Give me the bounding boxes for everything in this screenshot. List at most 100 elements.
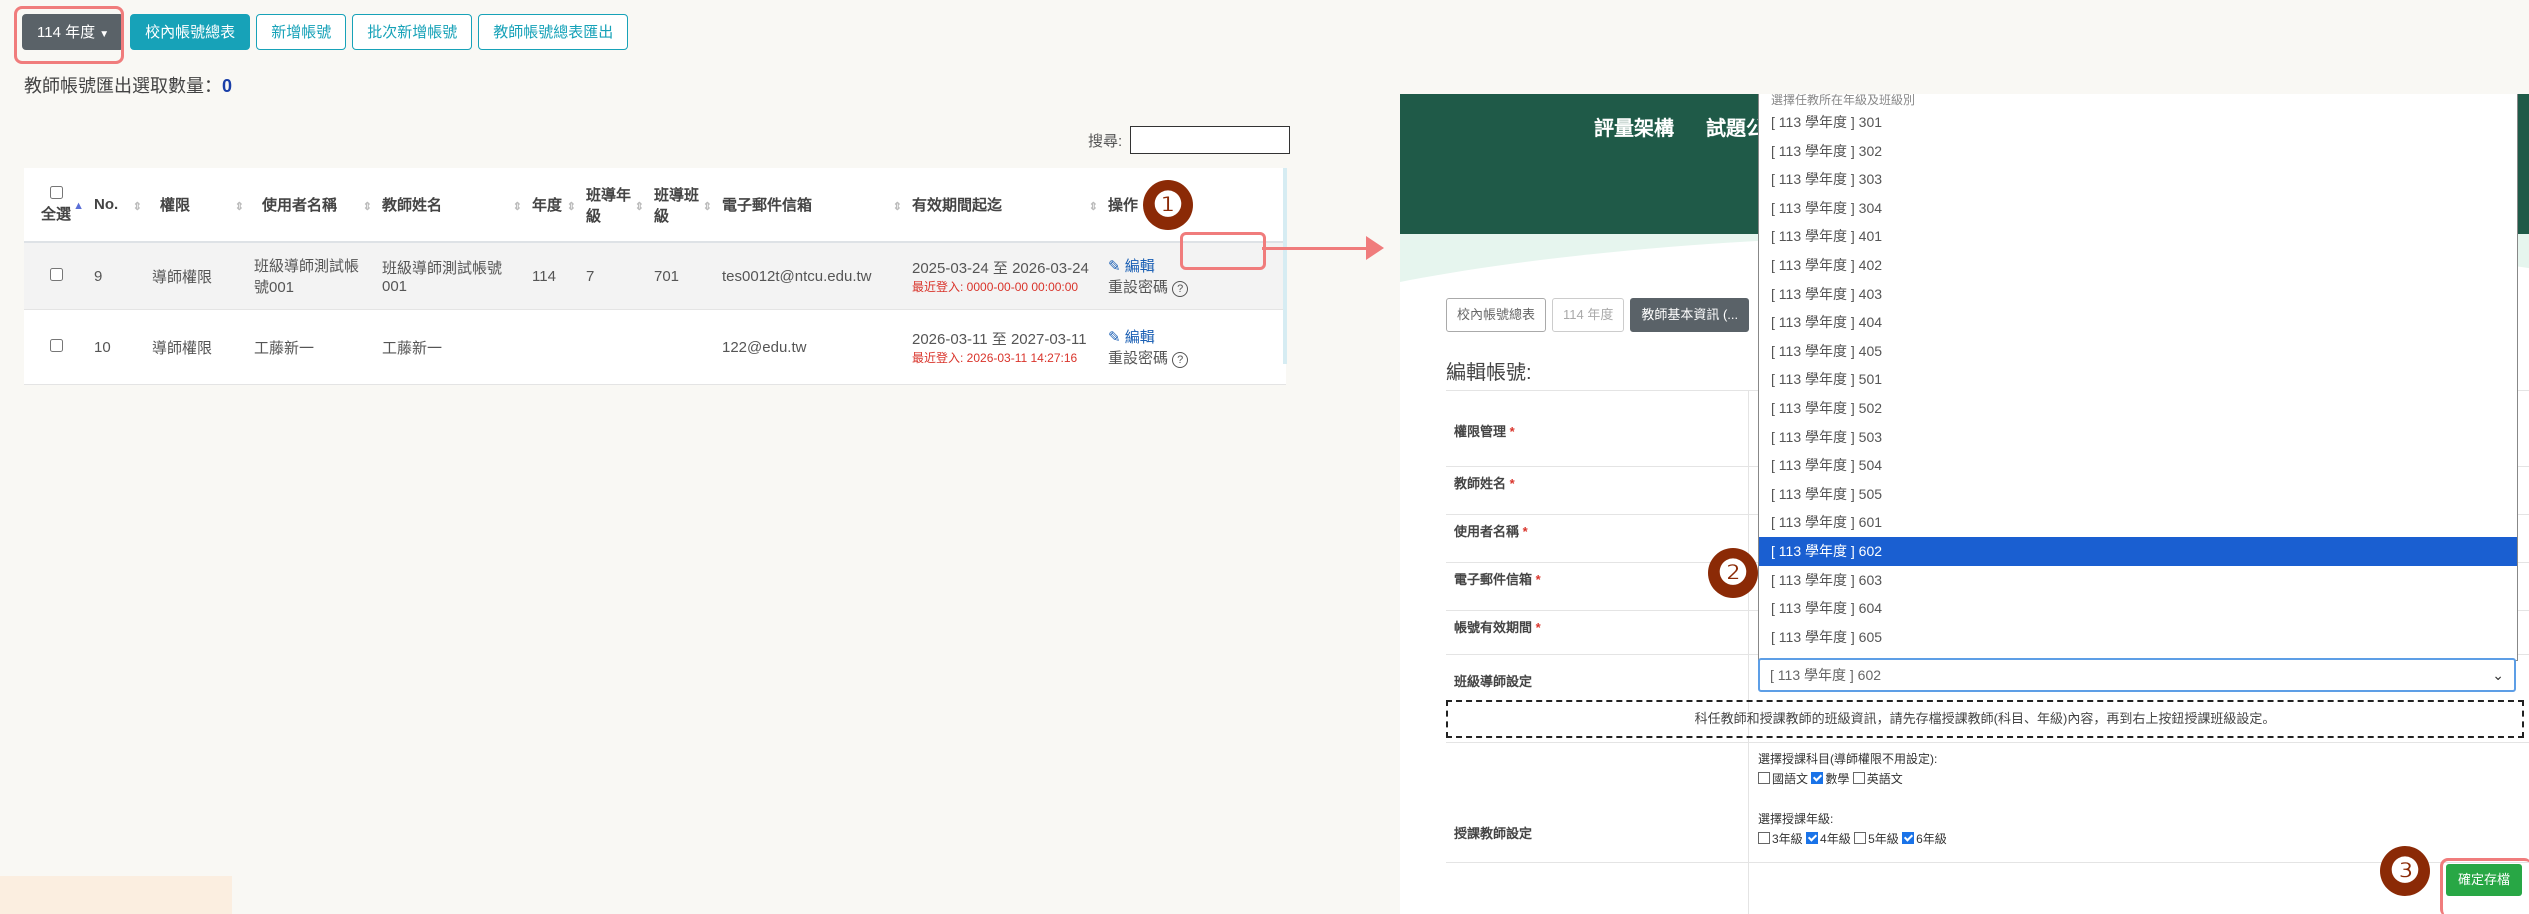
year-dropdown-highlight (14, 6, 124, 64)
dropdown-option[interactable]: [ 113 學年度 ] 301 (1759, 108, 2517, 137)
header-homeroom-class[interactable]: 班導班級 ⇕ (648, 168, 716, 243)
cell-homeroom-grade (580, 309, 648, 385)
step-2-marker: ❷ (1708, 548, 1758, 598)
table-row: 10 導師權限 工藤新一 工藤新一 122@edu.tw 2026-03-11 … (24, 309, 1286, 385)
dropdown-option[interactable]: [ 113 學年度 ] 503 (1759, 423, 2517, 452)
help-icon: ? (1172, 352, 1189, 368)
scroll-strip (1283, 168, 1287, 364)
reset-password-link[interactable]: 重設密碼 ? (1108, 347, 1280, 368)
grade-4[interactable]: 4年級 (1806, 832, 1851, 846)
dropdown-option[interactable]: [ 113 學年度 ] 402 (1759, 251, 2517, 280)
cell-homeroom-class (648, 309, 716, 385)
export-count-value: 0 (222, 76, 233, 96)
subject-chinese[interactable]: 國語文 (1758, 772, 1808, 786)
edit-icon: ✎ (1108, 329, 1121, 346)
year-button[interactable]: 114 年度 (1552, 298, 1625, 332)
decorative-corner (0, 876, 232, 914)
dropdown-option[interactable]: [ 113 學年度 ] 403 (1759, 280, 2517, 309)
header-email[interactable]: 電子郵件信箱 ⇕ (716, 168, 906, 243)
header-homeroom-grade[interactable]: 班導年級 ⇕ (580, 168, 648, 243)
search-input[interactable] (1130, 126, 1291, 154)
dropdown-option[interactable]: [ 113 學年度 ] 501 (1759, 365, 2517, 394)
export-teacher-accounts-button[interactable]: 教師帳號總表匯出 (478, 14, 629, 50)
sort-icon: ⇕ (1088, 201, 1098, 213)
last-login: 最近登入: 0000-00-00 00:00:00 (912, 280, 1079, 294)
checkbox-icon (1854, 832, 1867, 844)
dropdown-option[interactable]: [ 113 學年度 ] 502 (1759, 394, 2517, 423)
cell-homeroom-class: 701 (648, 242, 716, 310)
checkbox-checked-icon (1811, 772, 1824, 784)
sort-icon: ⇕ (132, 201, 142, 213)
edit-toolbar: 校內帳號總表 114 年度 教師基本資訊 (... (1446, 298, 1750, 332)
dropdown-option[interactable]: [ 113 學年度 ] 601 (1759, 508, 2517, 537)
select-all-header[interactable]: 全選 ▲ (24, 168, 88, 243)
row-checkbox[interactable] (49, 338, 63, 352)
header-no[interactable]: No. ⇕ (88, 168, 146, 243)
dropdown-option[interactable]: [ 113 學年度 ] 303 (1759, 165, 2517, 194)
save-button-highlight (2440, 858, 2529, 914)
dropdown-option[interactable]: [ 113 學年度 ] 604 (1759, 594, 2517, 623)
cell-role: 導師權限 (146, 242, 248, 310)
batch-add-account-button[interactable]: 批次新增帳號 (352, 14, 473, 50)
help-icon: ? (1172, 281, 1189, 297)
dropdown-option[interactable]: [ 113 學年度 ] 401 (1759, 222, 2517, 251)
dropdown-option[interactable]: [ 113 學年度 ] 504 (1759, 451, 2517, 480)
dropdown-option-selected[interactable]: [ 113 學年度 ] 602 (1759, 536, 2517, 566)
cell-username: 工藤新一 (248, 309, 376, 385)
dropdown-option[interactable]: [ 113 學年度 ] 505 (1759, 480, 2517, 509)
grade-prompt: 選擇授課年級: (1758, 812, 1834, 826)
add-account-button[interactable]: 新增帳號 (256, 14, 347, 50)
account-list-panel: 114 年度 ▼ 校內帳號總表 新增帳號 批次新增帳號 教師帳號總表匯出 教師帳… (0, 0, 1300, 914)
sort-icon: ⇕ (234, 201, 244, 213)
checkbox-checked-icon (1902, 832, 1915, 844)
grade-6[interactable]: 6年級 (1902, 832, 1947, 846)
header-teacher-name[interactable]: 教師姓名 ⇕ (376, 168, 526, 243)
page-title: 編輯帳號: (1446, 362, 1532, 384)
edit-link-highlight (1180, 232, 1266, 270)
dropdown-option[interactable]: [ 113 學年度 ] 302 (1759, 137, 2517, 166)
homeroom-class-dropdown-list: 選擇任教所在年級及班級別 [ 113 學年度 ] 301 [ 113 學年度 ]… (1758, 94, 2518, 661)
header-period[interactable]: 有效期間起迄 ⇕ (906, 168, 1102, 243)
cell-year (526, 309, 580, 385)
nav-assessment-framework[interactable]: 評量架構 (1594, 112, 1674, 141)
school-account-list-button[interactable]: 校內帳號總表 (1446, 298, 1547, 332)
school-account-list-button[interactable]: 校內帳號總表 (130, 14, 251, 50)
header-role[interactable]: 權限 ⇕ (146, 168, 248, 243)
grade-3[interactable]: 3年級 (1758, 832, 1803, 846)
select-all-checkbox[interactable] (49, 185, 63, 199)
table-row: 9 導師權限 班級導師測試帳號001 班級導師測試帳號001 114 7 701… (24, 242, 1286, 310)
cell-year: 114 (526, 242, 580, 310)
period-range: 2025-03-24 至 2026-03-24 (912, 260, 1089, 277)
cell-no: 10 (88, 309, 146, 385)
header-actions: 操作 (1102, 168, 1286, 243)
checkbox-icon (1758, 832, 1770, 844)
teacher-info-button[interactable]: 教師基本資訊 (... (1630, 298, 1750, 332)
homeroom-class-select[interactable]: [ 113 學年度 ] 602 ⌄ (1758, 658, 2516, 692)
sort-asc-icon: ▲ (73, 200, 84, 212)
grade-5[interactable]: 5年級 (1854, 832, 1899, 846)
reset-password-link[interactable]: 重設密碼 ? (1108, 276, 1280, 297)
cell-email: tes0012t@ntcu.edu.tw (716, 242, 906, 310)
header-year[interactable]: 年度 ⇕ (526, 168, 580, 243)
arrow-line (1262, 247, 1370, 250)
edit-link[interactable]: ✎ 編輯 (1108, 326, 1280, 347)
arrow-right-icon (1366, 236, 1384, 260)
grade-checkboxes: 3年級 4年級 5年級 6年級 (1758, 830, 1947, 847)
search-area: 搜尋: (1088, 126, 1291, 154)
nav-items[interactable]: 試題公 (1706, 112, 1766, 141)
dropdown-option[interactable]: [ 113 學年度 ] 304 (1759, 194, 2517, 223)
dropdown-option[interactable]: [ 113 學年度 ] 605 (1759, 623, 2517, 652)
sort-icon: ⇕ (362, 201, 372, 213)
header-username[interactable]: 使用者名稱 ⇕ (248, 168, 376, 243)
form-row-subject-teacher: 授課教師設定 (1446, 742, 2529, 863)
export-count: 教師帳號匯出選取數量：0 (24, 76, 233, 96)
checkbox-icon (1758, 772, 1770, 784)
dropdown-option[interactable]: [ 113 學年度 ] 405 (1759, 337, 2517, 366)
subject-prompt: 選擇授課科目(導師權限不用設定): (1758, 752, 1938, 766)
subject-english[interactable]: 英語文 (1852, 772, 1903, 786)
row-checkbox[interactable] (49, 267, 63, 281)
cell-role: 導師權限 (146, 309, 248, 385)
subject-math[interactable]: 數學 (1811, 772, 1849, 786)
dropdown-option[interactable]: [ 113 學年度 ] 603 (1759, 566, 2517, 595)
dropdown-option[interactable]: [ 113 學年度 ] 404 (1759, 308, 2517, 337)
